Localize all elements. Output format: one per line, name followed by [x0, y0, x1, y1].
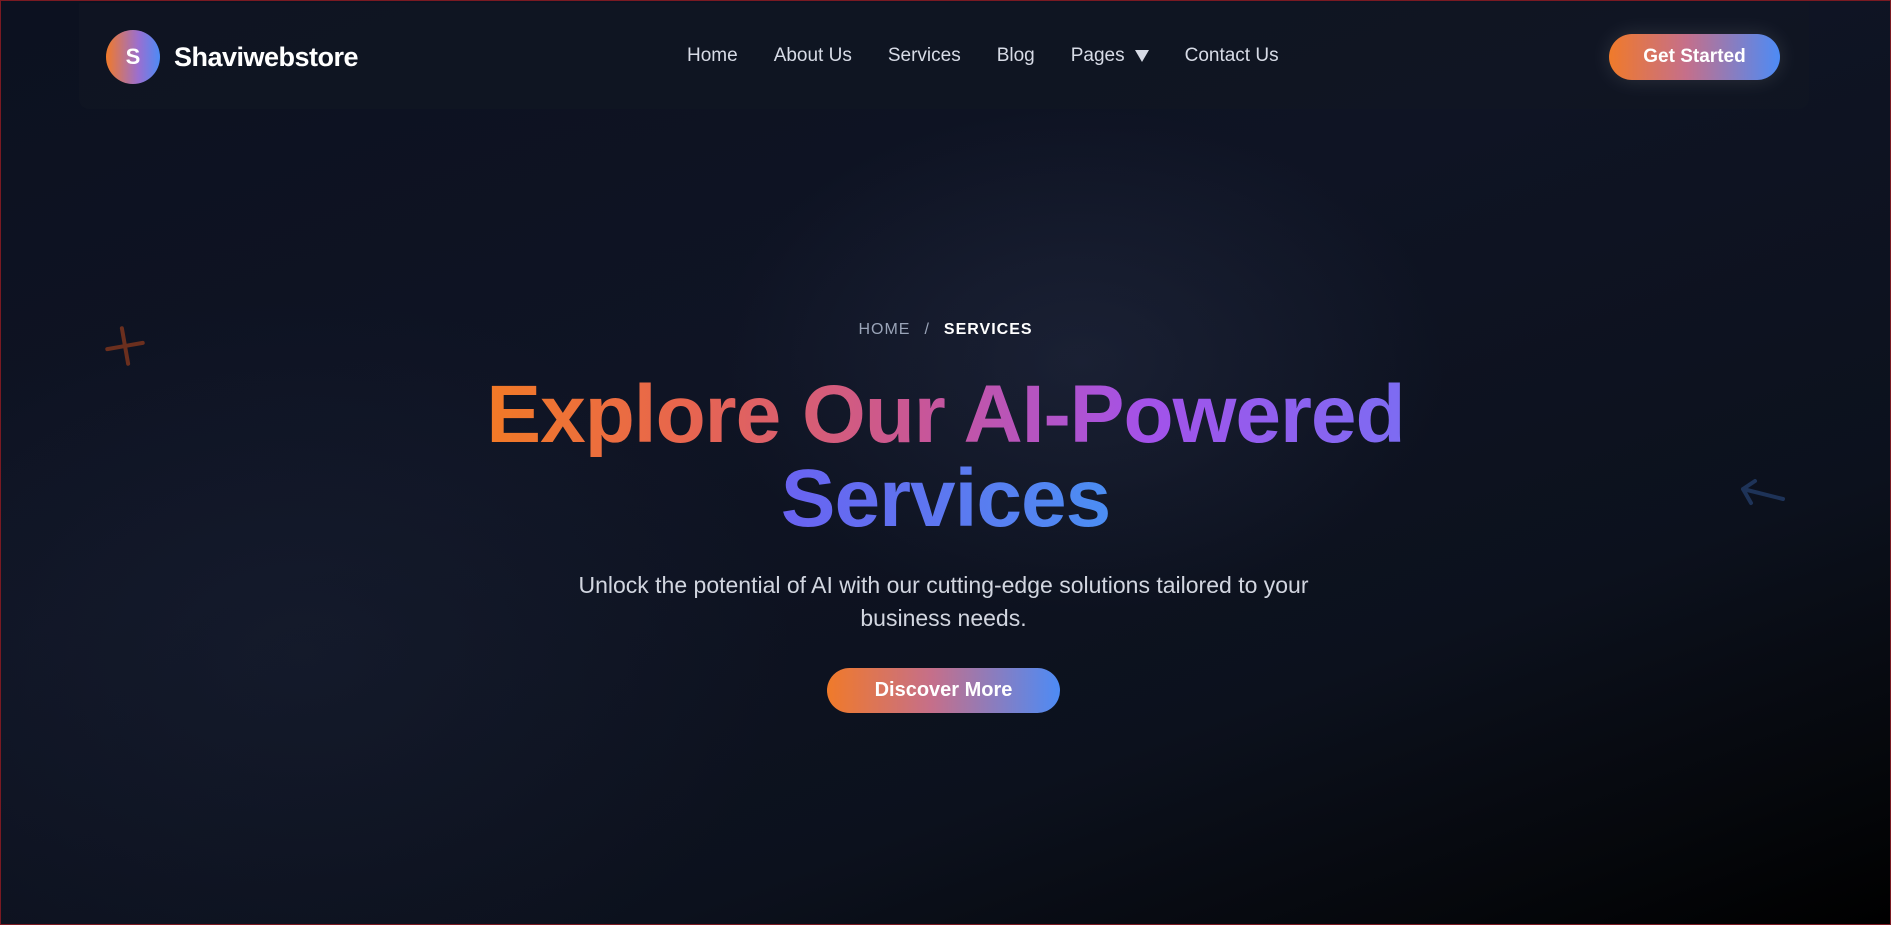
nav-item-services[interactable]: Services [888, 45, 961, 67]
brand-logo[interactable]: S [106, 30, 160, 84]
breadcrumb: HOME / SERVICES [1, 321, 1890, 339]
nav-item-label: Blog [996, 45, 1035, 66]
nav-item-label: Pages [1070, 45, 1125, 66]
nav-item-home[interactable]: Home [687, 45, 738, 67]
nav-item-label: About Us [773, 45, 852, 66]
get-started-button[interactable]: Get Started [1609, 34, 1780, 80]
nav-item-blog[interactable]: Blog [997, 45, 1035, 67]
breadcrumb-current: SERVICES [943, 321, 1033, 338]
nav-item-label: Contact Us [1184, 45, 1279, 66]
brand-name[interactable]: Shaviwebstore [174, 42, 359, 73]
page-title: Explore Our AI-Powered Services [1, 373, 1890, 541]
nav-item-pages[interactable]: Pages [1071, 45, 1149, 67]
discover-more-button[interactable]: Discover More [827, 668, 1060, 713]
page-title-line-2: Services [780, 453, 1111, 544]
main-nav: Home About Us Services Blog Pages Contac… [687, 3, 1279, 109]
page: S Shaviwebstore Home About Us Services B… [0, 0, 1891, 925]
nav-item-about-us[interactable]: About Us [774, 45, 852, 67]
nav-item-label: Services [887, 45, 961, 66]
hero-subtitle: Unlock the potential of AI with our cutt… [578, 572, 1309, 631]
caret-down-icon [1134, 50, 1149, 62]
page-title-line-1: Explore Our AI-Powered [486, 369, 1405, 460]
nav-item-label: Home [687, 45, 738, 66]
nav-item-contact-us[interactable]: Contact Us [1185, 45, 1279, 67]
breadcrumb-separator: / [924, 321, 930, 338]
navbar: S Shaviwebstore Home About Us Services B… [79, 3, 1809, 109]
brand[interactable]: S Shaviwebstore [106, 30, 359, 84]
breadcrumb-home-link[interactable]: HOME [858, 321, 910, 338]
